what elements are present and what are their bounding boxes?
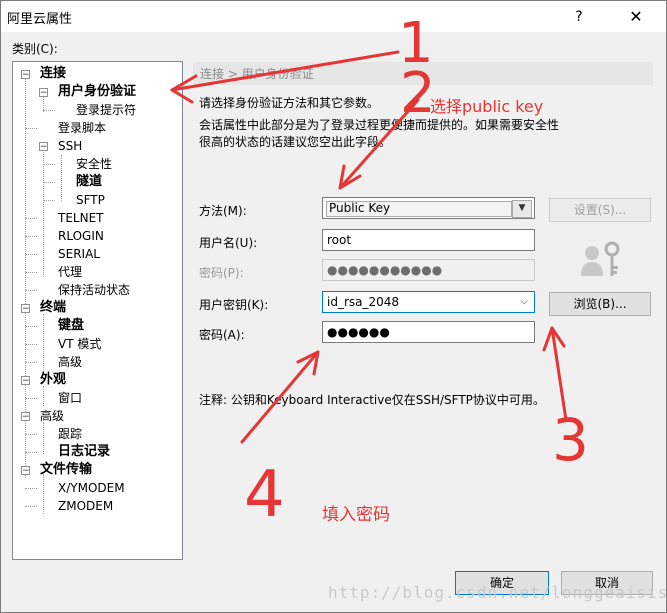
- annotation-select-public-key: 选择public key: [430, 97, 544, 116]
- tree-item-tunnel[interactable]: 隧道: [76, 174, 102, 190]
- note-text: 注释: 公钥和Keyboard Interactive仅在SSH/SFTP协议中…: [199, 393, 545, 407]
- tree-item-keepalive[interactable]: 保持活动状态: [58, 282, 130, 298]
- category-label: 类别(C):: [12, 42, 58, 56]
- section-header: 连接 > 用户身份验证: [193, 62, 653, 85]
- tree-item-security[interactable]: 安全性: [76, 156, 112, 172]
- user-key-icon: [581, 241, 620, 276]
- description-line-1: 请选择身份验证方法和其它参数。: [199, 96, 380, 110]
- title-bar[interactable]: 阿里云属性 ? ✕: [1, 1, 666, 32]
- tree-item-login-script[interactable]: 登录脚本: [58, 120, 106, 136]
- method-label: 方法(M):: [199, 204, 247, 218]
- method-select[interactable]: Public Key ▼: [322, 197, 535, 219]
- tree-item-trace[interactable]: 跟踪: [58, 426, 82, 442]
- tree-item-proxy[interactable]: 代理: [58, 264, 82, 280]
- tree-item-logging[interactable]: 日志记录: [58, 444, 110, 460]
- tree-item-serial[interactable]: SERIAL: [58, 246, 100, 262]
- tree-item-xymodem[interactable]: X/YMODEM: [58, 480, 125, 496]
- password-label: 密码(P):: [199, 266, 244, 280]
- username-input[interactable]: root: [322, 229, 535, 251]
- description-line-2: 会话属性中此部分是为了登录过程更便捷而提供的。如果需要安全性: [199, 118, 560, 132]
- passphrase-input[interactable]: ●●●●●●: [322, 321, 535, 343]
- tree-item-zmodem[interactable]: ZMODEM: [58, 498, 113, 514]
- close-icon[interactable]: ✕: [621, 5, 651, 29]
- tree-item-advanced2[interactable]: 高级: [40, 408, 64, 424]
- tree-item-advanced1[interactable]: 高级: [58, 354, 82, 370]
- help-icon[interactable]: ?: [564, 5, 594, 29]
- tree-item-sftp[interactable]: SFTP: [76, 192, 105, 208]
- user-key-label: 用户密钥(K):: [199, 298, 269, 312]
- settings-button[interactable]: 设置(S)...: [549, 198, 651, 222]
- tree-item-telnet[interactable]: TELNET: [58, 210, 104, 226]
- tree-item-filetransfer[interactable]: 文件传输: [40, 462, 92, 478]
- tree-expander-icon[interactable]: −: [21, 412, 30, 422]
- tree-expander-icon[interactable]: −: [21, 466, 30, 476]
- tree-item-appearance[interactable]: 外观: [40, 372, 66, 388]
- tree-expander-icon[interactable]: −: [21, 304, 30, 314]
- chevron-down-icon: ▼: [512, 200, 532, 218]
- tree-item-keyboard[interactable]: 键盘: [58, 318, 84, 334]
- tree-item-rlogin[interactable]: RLOGIN: [58, 228, 104, 244]
- tree-item-window[interactable]: 窗口: [58, 390, 82, 406]
- username-label: 用户名(U):: [199, 236, 258, 250]
- tree-expander-icon[interactable]: −: [39, 88, 48, 98]
- tree-item-auth[interactable]: 用户身份验证: [58, 84, 136, 100]
- chevron-down-icon: ⌵: [520, 296, 528, 307]
- tree-item-vt[interactable]: VT 模式: [58, 336, 101, 352]
- window-title: 阿里云属性: [7, 12, 73, 27]
- tree-expander-icon[interactable]: −: [39, 142, 48, 152]
- tree-item-connect[interactable]: 连接: [40, 66, 66, 82]
- watermark-text: http://blog.csdn.net/longgeaisisi: [328, 583, 667, 602]
- tree-item-ssh[interactable]: SSH: [58, 138, 82, 154]
- password-input: ●●●●●●●●●●●: [322, 259, 535, 281]
- browse-button[interactable]: 浏览(B)...: [549, 292, 651, 316]
- annotation-enter-password: 填入密码: [322, 505, 390, 525]
- tree-expander-icon[interactable]: −: [21, 70, 30, 80]
- method-select-value: Public Key: [326, 201, 512, 217]
- user-key-select[interactable]: id_rsa_2048 ⌵: [322, 291, 535, 313]
- user-key-value: id_rsa_2048: [327, 295, 400, 309]
- passphrase-label: 密码(A):: [199, 328, 245, 342]
- tree-item-terminal[interactable]: 终端: [40, 300, 66, 316]
- section-header-text: 连接 > 用户身份验证: [200, 67, 314, 81]
- tree-item-login-prompt[interactable]: 登录提示符: [76, 102, 136, 118]
- tree-expander-icon[interactable]: −: [21, 376, 30, 386]
- category-tree[interactable]: − 连接 − 用户身份验证 登录提示符 登录脚本 − SSH 安全性 隧道 SFTP TELNET RL…: [12, 61, 183, 560]
- description-line-3: 很高的状态的话建议您空出此字段。: [199, 135, 392, 149]
